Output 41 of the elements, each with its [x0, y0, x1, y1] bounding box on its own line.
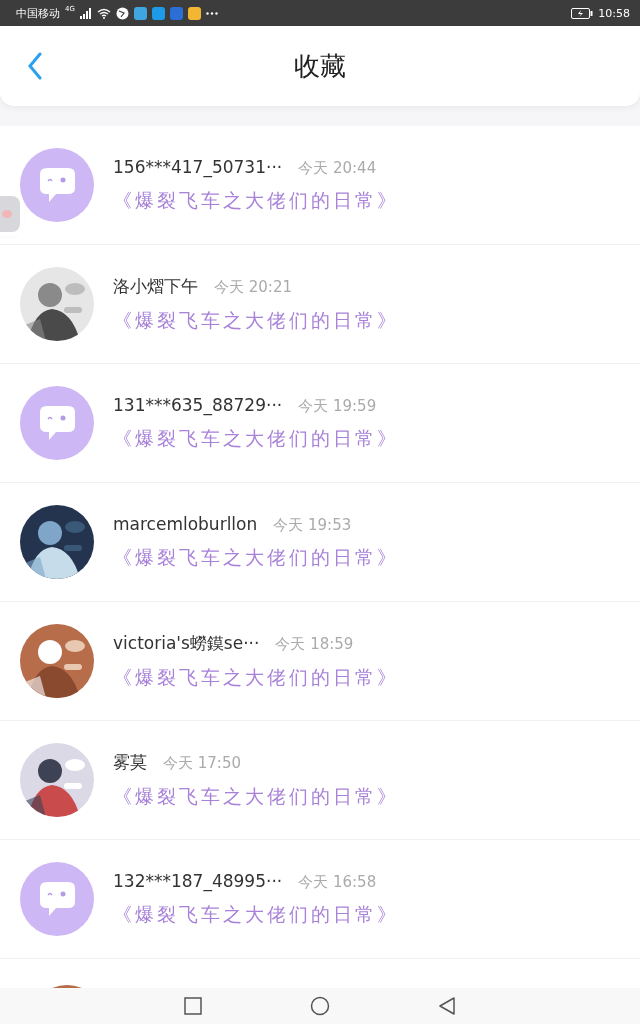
app-icon — [187, 6, 201, 20]
blob-icon — [1, 209, 13, 219]
app-icon — [133, 6, 147, 20]
favorite-item[interactable]: 131***635_88729··· 今天 19:59 《爆裂飞车之大佬们的日常》 — [0, 364, 640, 483]
favorite-item[interactable]: marcemloburllon 今天 19:53 《爆裂飞车之大佬们的日常》 — [0, 483, 640, 602]
timestamp: 今天 19:53 — [273, 515, 352, 535]
clock-time: 10:58 — [598, 6, 630, 20]
favorite-item[interactable]: 132***187_48995··· 今天 16:58 《爆裂飞车之大佬们的日常》 — [0, 840, 640, 959]
signal-icon — [79, 7, 92, 19]
timestamp: 今天 20:21 — [214, 277, 292, 297]
timestamp: 今天 17:50 — [163, 753, 241, 773]
work-title: 《爆裂飞车之大佬们的日常》 — [113, 783, 399, 809]
user-name: 156***417_50731··· — [113, 156, 283, 177]
battery-icon — [571, 7, 594, 19]
work-title: 《爆裂飞车之大佬们的日常》 — [113, 901, 399, 927]
work-title: 《爆裂飞车之大佬们的日常》 — [113, 664, 399, 690]
timestamp: 今天 20:44 — [298, 158, 377, 178]
timestamp: 今天 18:59 — [275, 634, 354, 654]
favorite-item[interactable]: 洛小熠下午 今天 20:21 《爆裂飞车之大佬们的日常》 — [0, 245, 640, 364]
favorite-item[interactable]: victoria's蟧鏌se··· 今天 18:59 《爆裂飞车之大佬们的日常》 — [0, 602, 640, 721]
user-name: 132***187_48995··· — [113, 870, 283, 891]
carrier-name: 中国移动 — [16, 5, 60, 21]
work-title: 《爆裂飞车之大佬们的日常》 — [113, 544, 399, 570]
timestamp: 今天 19:59 — [298, 396, 377, 416]
app-icon — [169, 6, 183, 20]
work-title: 《爆裂飞车之大佬们的日常》 — [113, 307, 399, 333]
timestamp: 今天 16:58 — [298, 872, 377, 892]
user-name: victoria's蟧鏌se··· — [113, 631, 260, 655]
user-name: 131***635_88729··· — [113, 394, 283, 415]
app-icon — [151, 6, 165, 20]
page-title: 收藏 — [294, 49, 346, 83]
work-title: 《爆裂飞车之大佬们的日常》 — [113, 425, 399, 451]
favorite-item[interactable]: 雾莫 今天 17:50 《爆裂飞车之大佬们的日常》 — [0, 721, 640, 840]
work-title: 《爆裂飞车之大佬们的日常》 — [113, 187, 399, 213]
user-name: 雾莫 — [113, 750, 147, 774]
user-name: 洛小熠下午 — [113, 274, 198, 298]
more-icon — [205, 11, 218, 15]
recents-button[interactable] — [182, 995, 205, 1017]
user-name: marcemloburllon — [113, 513, 258, 534]
home-button[interactable] — [309, 995, 331, 1017]
wifi-icon — [96, 7, 111, 19]
